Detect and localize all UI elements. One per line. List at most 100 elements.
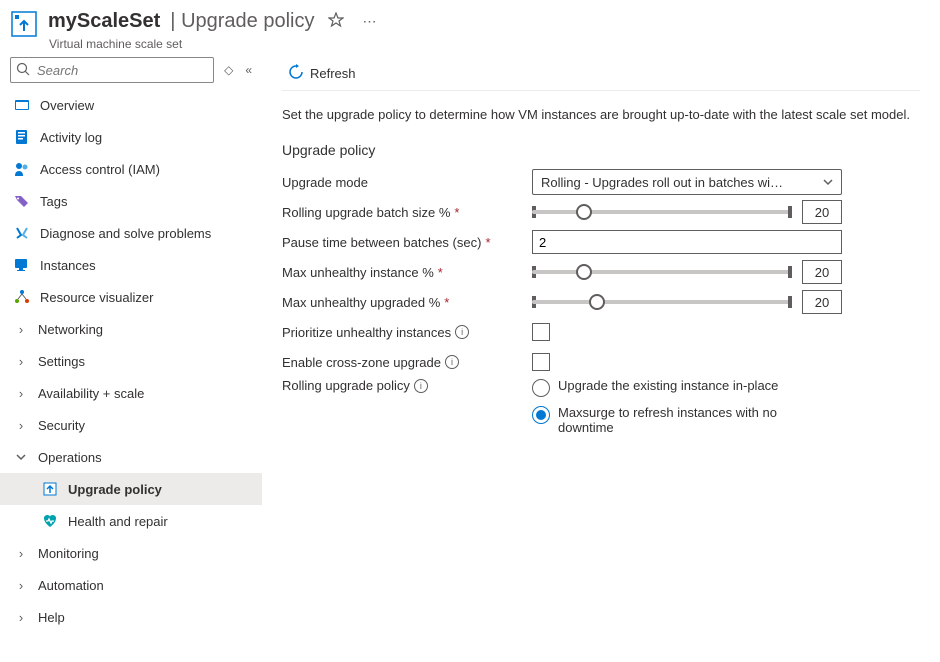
max-unhealthy-slider[interactable] [532,261,792,283]
radio-label: Maxsurge to refresh instances with no do… [558,405,818,435]
nav-group-settings[interactable]: › Settings [0,345,262,377]
max-unhealthy-upgraded-label: Max unhealthy upgraded % * [282,295,532,310]
nav-label: Upgrade policy [68,482,162,497]
nav-label: Availability + scale [38,386,144,401]
instances-icon [14,257,30,273]
nav-access-control[interactable]: Access control (IAM) [0,153,262,185]
nav-instances[interactable]: Instances [0,249,262,281]
info-icon[interactable]: i [455,325,469,339]
refresh-label: Refresh [310,66,356,81]
chevron-right-icon: › [14,610,28,625]
nav-tags[interactable]: Tags [0,185,262,217]
batch-size-slider[interactable] [532,201,792,223]
pause-time-label: Pause time between batches (sec) * [282,235,532,250]
rolling-policy-option-inplace[interactable]: Upgrade the existing instance in-place [532,378,818,397]
nav-label: Instances [40,258,96,273]
batch-size-value: 20 [802,200,842,224]
favorite-button[interactable] [324,8,348,35]
nav-group-operations[interactable]: Operations [0,441,262,473]
search-input[interactable] [10,57,214,83]
info-icon[interactable]: i [414,379,428,393]
nav-label: Activity log [40,130,102,145]
chevron-right-icon: › [14,578,28,593]
batch-size-label: Rolling upgrade batch size % * [282,205,532,220]
pin-toggle[interactable]: ◇ [222,61,235,79]
diagnose-icon [14,225,30,241]
chevron-down-icon [823,175,833,190]
nav-group-networking[interactable]: › Networking [0,313,262,345]
nav-group-availability[interactable]: › Availability + scale [0,377,262,409]
max-unhealthy-label: Max unhealthy instance % * [282,265,532,280]
chevron-right-icon: › [14,354,28,369]
cross-zone-checkbox[interactable] [532,353,550,371]
nav-resource-visualizer[interactable]: Resource visualizer [0,281,262,313]
page-subtitle: | Upgrade policy [170,10,314,33]
upgrade-mode-dropdown[interactable]: Rolling - Upgrades roll out in batches w… [532,169,842,195]
health-icon [42,513,58,529]
refresh-button[interactable]: Refresh [282,60,362,87]
sidebar: ◇ « Overview Activity log Access control… [0,57,262,662]
upgrade-policy-icon [42,481,58,497]
activity-log-icon [14,129,30,145]
more-button[interactable]: ⋯ [358,9,380,34]
nav-overview[interactable]: Overview [0,89,262,121]
nav-label: Access control (IAM) [40,162,160,177]
chevron-right-icon: › [14,546,28,561]
upgrade-mode-label: Upgrade mode [282,175,532,190]
overview-icon [14,97,30,113]
nav-diagnose[interactable]: Diagnose and solve problems [0,217,262,249]
chevron-right-icon: › [14,386,28,401]
chevron-down-icon [14,452,28,462]
resource-type: Virtual machine scale set [49,37,930,51]
chevron-right-icon: › [14,418,28,433]
collapse-sidebar-button[interactable]: « [243,61,254,79]
cross-zone-label: Enable cross-zone upgrade i [282,355,532,370]
main-content: Refresh Set the upgrade policy to determ… [262,57,940,662]
radio-icon [532,406,550,424]
rolling-policy-option-maxsurge[interactable]: Maxsurge to refresh instances with no do… [532,405,818,435]
nav-group-automation[interactable]: › Automation [0,569,262,601]
nav-group-monitoring[interactable]: › Monitoring [0,537,262,569]
pause-time-input[interactable] [532,230,842,254]
radio-label: Upgrade the existing instance in-place [558,378,778,393]
resource-icon [10,10,38,38]
nav: Overview Activity log Access control (IA… [0,89,262,662]
nav-group-help[interactable]: › Help [0,601,262,633]
refresh-icon [288,64,304,83]
nav-label: Networking [38,322,103,337]
nav-activity-log[interactable]: Activity log [0,121,262,153]
radio-icon [532,379,550,397]
nav-label: Diagnose and solve problems [40,226,211,241]
section-heading: Upgrade policy [282,142,920,158]
search-icon [16,62,30,79]
nav-label: Security [38,418,85,433]
max-unhealthy-value: 20 [802,260,842,284]
access-control-icon [14,161,30,177]
nav-label: Operations [38,450,102,465]
prioritize-checkbox[interactable] [532,323,550,341]
nav-label: Settings [38,354,85,369]
max-unhealthy-upgraded-slider[interactable] [532,291,792,313]
page-header: myScaleSet | Upgrade policy ⋯ Virtual ma… [0,0,940,57]
max-unhealthy-upgraded-value: 20 [802,290,842,314]
page-title: myScaleSet [48,10,160,33]
tags-icon [14,193,30,209]
nav-upgrade-policy[interactable]: Upgrade policy [0,473,262,505]
resource-visualizer-icon [14,289,30,305]
nav-label: Overview [40,98,94,113]
nav-health-repair[interactable]: Health and repair [0,505,262,537]
toolbar: Refresh [282,57,920,91]
nav-label: Resource visualizer [40,290,153,305]
info-icon[interactable]: i [445,355,459,369]
nav-label: Automation [38,578,104,593]
rolling-policy-label: Rolling upgrade policy i [282,378,532,393]
prioritize-label: Prioritize unhealthy instances i [282,325,532,340]
nav-label: Help [38,610,65,625]
description: Set the upgrade policy to determine how … [282,107,920,122]
chevron-right-icon: › [14,322,28,337]
nav-label: Health and repair [68,514,168,529]
nav-group-security[interactable]: › Security [0,409,262,441]
nav-label: Monitoring [38,546,99,561]
upgrade-mode-value: Rolling - Upgrades roll out in batches w… [541,175,783,190]
nav-label: Tags [40,194,67,209]
